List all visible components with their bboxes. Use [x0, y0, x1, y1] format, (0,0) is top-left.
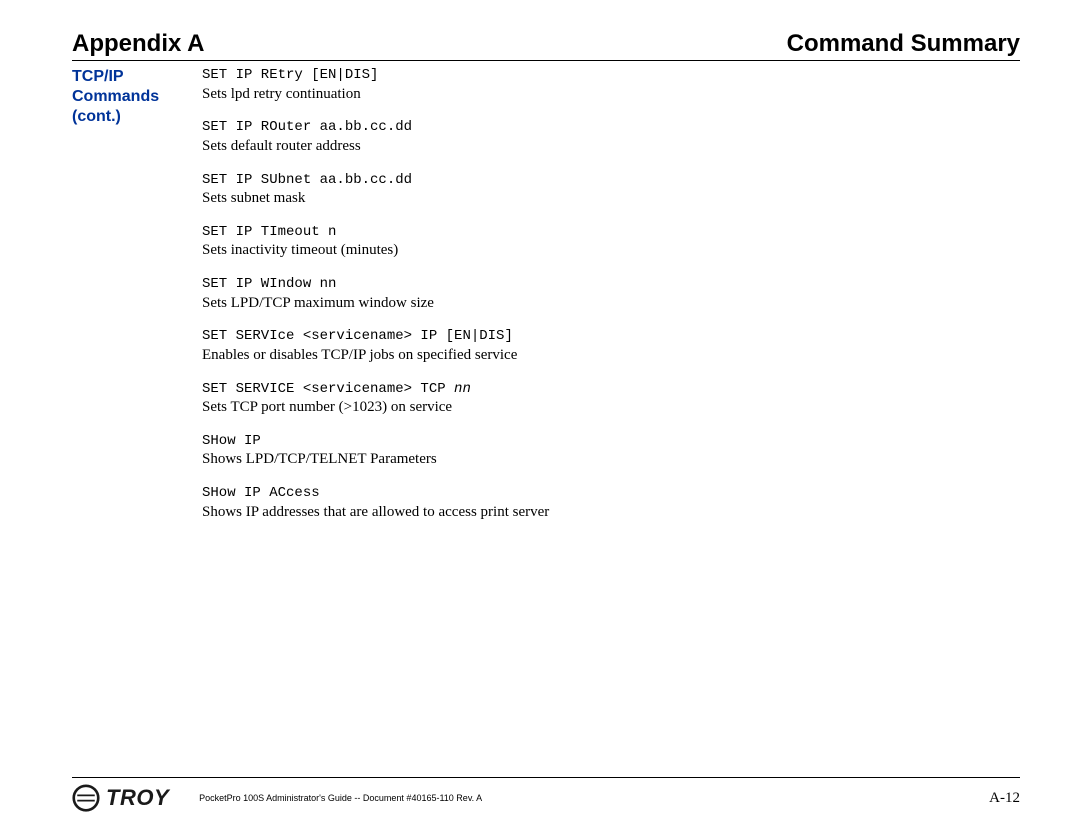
sidebar-line: TCP/IP [72, 67, 202, 87]
command-list: SET IP REtry [EN|DIS] Sets lpd retry con… [202, 67, 1020, 537]
command-description: Shows LPD/TCP/TELNET Parameters [202, 450, 1020, 469]
section-title: Command Summary [787, 30, 1020, 58]
command-description: Sets lpd retry continuation [202, 85, 1020, 104]
command-syntax: SHow IP [202, 433, 1020, 451]
page-header: Appendix A Command Summary [72, 30, 1020, 61]
command-entry: SET IP TImeout n Sets inactivity timeout… [202, 224, 1020, 260]
command-syntax: SET IP SUbnet aa.bb.cc.dd [202, 172, 1020, 190]
troy-logo-icon [72, 784, 100, 812]
command-syntax: SET IP REtry [EN|DIS] [202, 67, 1020, 85]
command-syntax: SET IP ROuter aa.bb.cc.dd [202, 119, 1020, 137]
command-entry: SHow IP ACcess Shows IP addresses that a… [202, 485, 1020, 521]
command-description: Sets TCP port number (>1023) on service [202, 398, 1020, 417]
document-info: PocketPro 100S Administrator's Guide -- … [199, 793, 482, 803]
command-description: Shows IP addresses that are allowed to a… [202, 503, 1020, 522]
command-syntax: SHow IP ACcess [202, 485, 1020, 503]
command-description: Sets subnet mask [202, 189, 1020, 208]
command-entry: SET IP REtry [EN|DIS] Sets lpd retry con… [202, 67, 1020, 103]
troy-logo-text: TROY [106, 785, 169, 811]
troy-logo: TROY [72, 784, 169, 812]
command-syntax: SET SERVIce <servicename> IP [EN|DIS] [202, 328, 1020, 346]
command-entry: SET IP ROuter aa.bb.cc.dd Sets default r… [202, 119, 1020, 155]
command-entry: SET IP WIndow nn Sets LPD/TCP maximum wi… [202, 276, 1020, 312]
sidebar-line: (cont.) [72, 107, 202, 127]
page-number: A-12 [989, 790, 1020, 807]
footer-rule [72, 777, 1020, 778]
sidebar-heading: TCP/IP Commands (cont.) [72, 67, 202, 537]
command-entry: SET SERVICE <servicename> TCP nn Sets TC… [202, 381, 1020, 417]
command-entry: SHow IP Shows LPD/TCP/TELNET Parameters [202, 433, 1020, 469]
command-description: Sets LPD/TCP maximum window size [202, 294, 1020, 313]
command-entry: SET IP SUbnet aa.bb.cc.dd Sets subnet ma… [202, 172, 1020, 208]
command-syntax: SET IP TImeout n [202, 224, 1020, 242]
command-description: Sets inactivity timeout (minutes) [202, 241, 1020, 260]
sidebar-line: Commands [72, 87, 202, 107]
appendix-title: Appendix A [72, 30, 204, 58]
command-entry: SET SERVIce <servicename> IP [EN|DIS] En… [202, 328, 1020, 364]
command-description: Sets default router address [202, 137, 1020, 156]
command-syntax: SET IP WIndow nn [202, 276, 1020, 294]
command-description: Enables or disables TCP/IP jobs on speci… [202, 346, 1020, 365]
command-syntax: SET SERVICE <servicename> TCP nn [202, 381, 1020, 399]
page-footer: TROY PocketPro 100S Administrator's Guid… [72, 777, 1020, 812]
